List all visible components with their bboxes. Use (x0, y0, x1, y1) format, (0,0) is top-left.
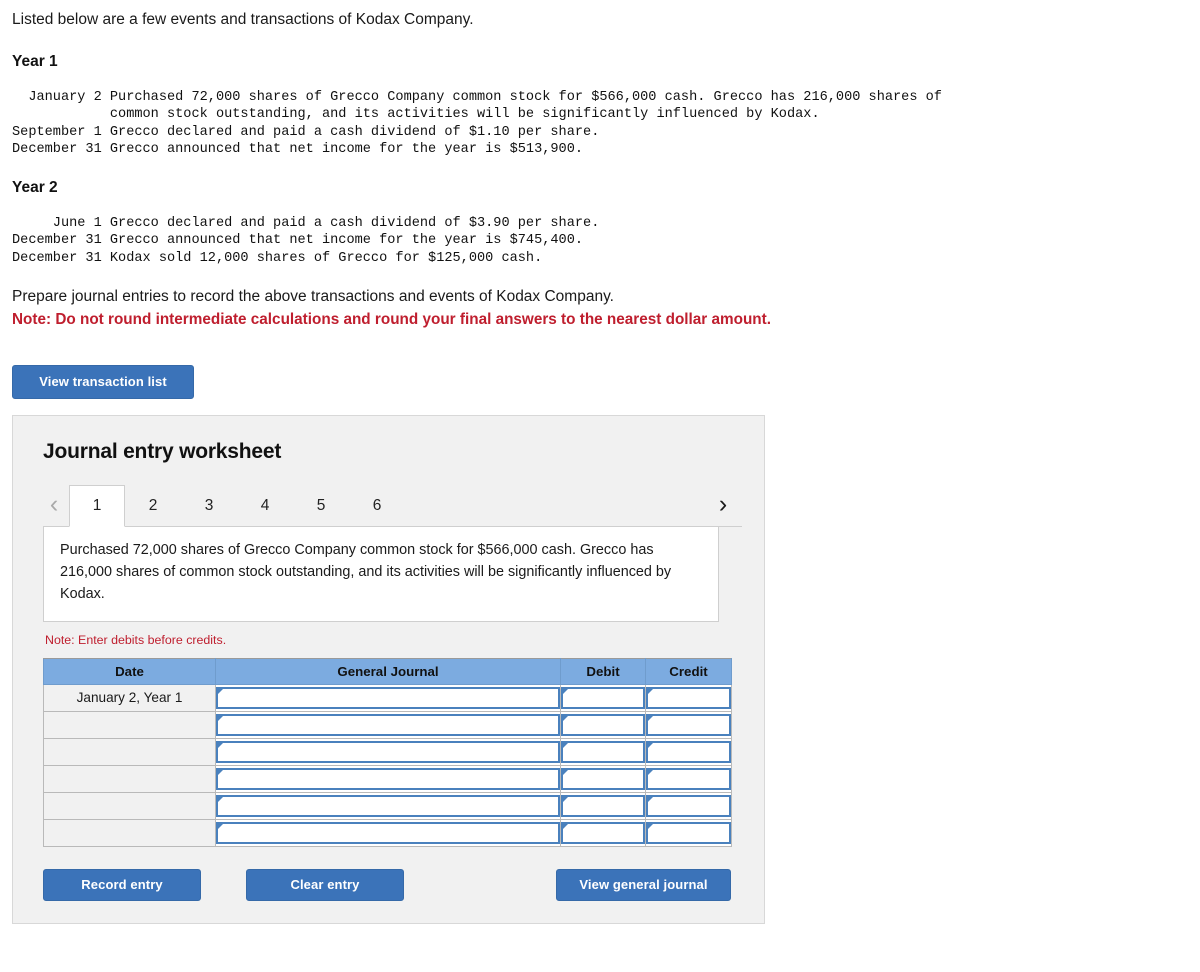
credit-cell[interactable] (645, 818, 732, 847)
credit-input[interactable] (646, 767, 731, 790)
column-header-general-journal: General Journal (215, 657, 561, 685)
view-general-journal-button[interactable]: View general journal (556, 868, 731, 901)
credit-cell[interactable] (645, 737, 732, 766)
column-header-credit: Credit (645, 657, 732, 685)
debit-cell[interactable] (560, 818, 646, 847)
year1-heading: Year 1 (12, 52, 58, 70)
debit-input[interactable] (561, 767, 645, 790)
general-journal-cell[interactable] (215, 710, 561, 739)
exercise-page: Listed below are a few events and transa… (0, 0, 1200, 924)
tab-entry-2[interactable]: 2 (125, 485, 181, 527)
worksheet-tab-strip: ‹ 1 2 3 4 5 6 › (43, 482, 742, 527)
general-journal-input[interactable] (216, 821, 560, 844)
tab-entry-3[interactable]: 3 (181, 485, 237, 527)
transaction-description: Purchased 72,000 shares of Grecco Compan… (43, 526, 719, 622)
credit-cell[interactable] (645, 710, 732, 739)
date-cell[interactable] (43, 791, 216, 820)
debit-input[interactable] (561, 740, 645, 763)
table-header-row: Date General Journal Debit Credit (43, 657, 732, 685)
date-cell[interactable] (43, 737, 216, 766)
debit-cell[interactable] (560, 710, 646, 739)
debit-cell[interactable] (560, 683, 646, 712)
worksheet-title: Journal entry worksheet (43, 439, 282, 463)
general-journal-cell[interactable] (215, 764, 561, 793)
table-row (43, 710, 732, 739)
date-cell[interactable] (43, 764, 216, 793)
general-journal-cell[interactable] (215, 683, 561, 712)
debit-input[interactable] (561, 794, 645, 817)
clear-entry-button[interactable]: Clear entry (246, 868, 404, 901)
general-journal-cell[interactable] (215, 737, 561, 766)
general-journal-input[interactable] (216, 740, 560, 763)
problem-intro: Listed below are a few events and transa… (12, 11, 474, 28)
debit-input[interactable] (561, 821, 645, 844)
date-cell[interactable]: January 2, Year 1 (43, 683, 216, 712)
general-journal-input[interactable] (216, 686, 560, 709)
year2-transactions: June 1 Grecco declared and paid a cash d… (12, 215, 600, 266)
general-journal-input[interactable] (216, 767, 560, 790)
table-row (43, 737, 732, 766)
column-header-debit: Debit (560, 657, 646, 685)
tab-entry-4[interactable]: 4 (237, 485, 293, 527)
journal-entry-worksheet-panel: Journal entry worksheet ‹ 1 2 3 4 5 6 › … (12, 414, 765, 924)
tab-entry-1[interactable]: 1 (69, 484, 125, 527)
column-header-date: Date (43, 657, 216, 685)
chevron-left-icon[interactable]: ‹ (39, 484, 69, 526)
credit-cell[interactable] (645, 791, 732, 820)
table-row (43, 791, 732, 820)
table-row (43, 818, 732, 847)
year1-transactions: January 2 Purchased 72,000 shares of Gre… (12, 89, 942, 158)
date-cell[interactable] (43, 710, 216, 739)
credit-input[interactable] (646, 713, 731, 736)
general-journal-input[interactable] (216, 794, 560, 817)
debits-before-credits-note: Note: Enter debits before credits. (45, 632, 227, 647)
year2-heading: Year 2 (12, 178, 58, 196)
general-journal-input[interactable] (216, 713, 560, 736)
general-journal-cell[interactable] (215, 791, 561, 820)
debit-cell[interactable] (560, 737, 646, 766)
credit-input[interactable] (646, 686, 731, 709)
journal-entry-table: Date General Journal Debit Credit Januar… (43, 657, 732, 847)
credit-input[interactable] (646, 794, 731, 817)
credit-input[interactable] (646, 821, 731, 844)
general-journal-cell[interactable] (215, 818, 561, 847)
tab-entry-6[interactable]: 6 (349, 485, 405, 527)
debit-input[interactable] (561, 713, 645, 736)
credit-input[interactable] (646, 740, 731, 763)
debit-cell[interactable] (560, 791, 646, 820)
chevron-right-icon[interactable]: › (708, 484, 738, 526)
view-transaction-list-button[interactable]: View transaction list (12, 364, 194, 399)
credit-cell[interactable] (645, 683, 732, 712)
debit-input[interactable] (561, 686, 645, 709)
tab-entry-5[interactable]: 5 (293, 485, 349, 527)
credit-cell[interactable] (645, 764, 732, 793)
prepare-instruction: Prepare journal entries to record the ab… (12, 288, 614, 306)
rounding-note: Note: Do not round intermediate calculat… (12, 311, 771, 329)
record-entry-button[interactable]: Record entry (43, 868, 201, 901)
table-row: January 2, Year 1 (43, 683, 732, 712)
table-row (43, 764, 732, 793)
worksheet-actions: Record entry Clear entry View general jo… (43, 868, 731, 901)
debit-cell[interactable] (560, 764, 646, 793)
date-cell[interactable] (43, 818, 216, 847)
